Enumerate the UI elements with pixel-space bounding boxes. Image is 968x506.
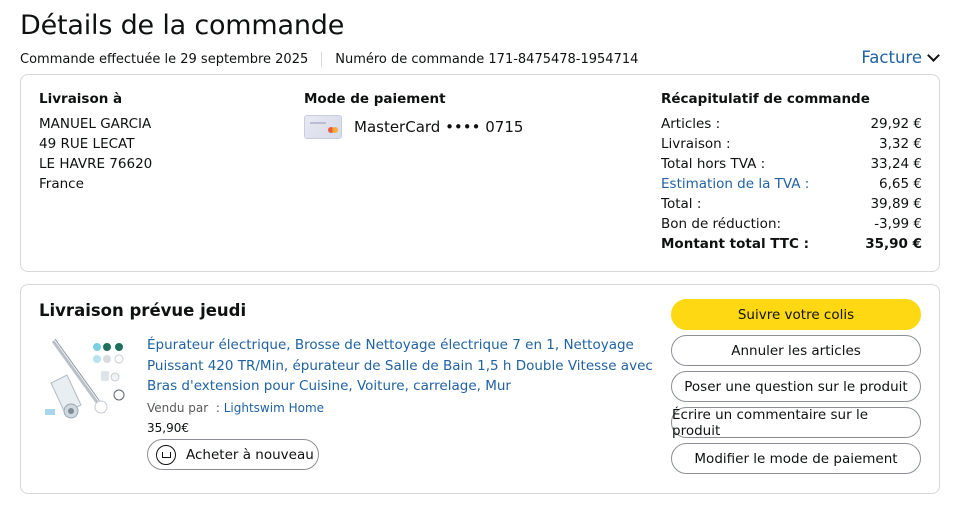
recap-label: Articles :: [661, 116, 721, 132]
cancel-items-button[interactable]: Annuler les articles: [671, 335, 921, 366]
address-country: France: [39, 176, 84, 192]
order-number: Numéro de commande 171-8475478-1954714: [335, 52, 639, 67]
recap-value: 33,24 €: [870, 156, 922, 172]
page-title: Détails de la commande: [20, 10, 345, 41]
buy-again-button[interactable]: Acheter à nouveau: [147, 439, 319, 470]
recap-label: Livraison :: [661, 136, 731, 152]
seller-prefix: Vendu par: [147, 400, 209, 415]
recap-row-grand-total: Montant total TTC : 35,90 €: [661, 234, 922, 254]
tax-estimate-link[interactable]: Estimation de la TVA :: [661, 174, 809, 194]
shipping-address-section: Livraison à MANUEL GARCIA 49 RUE LECAT L…: [39, 91, 152, 194]
product-info: Épurateur électrique, Brosse de Nettoyag…: [147, 335, 657, 435]
recap-row-shipping: Livraison : 3,32 €: [661, 134, 922, 154]
recap-value: 29,92 €: [870, 116, 922, 132]
recap-title: Récapitulatif de commande: [661, 91, 870, 107]
order-meta: Commande effectuée le 29 septembre 2025 …: [20, 52, 638, 67]
recap-row-subtotal: Total hors TVA : 33,24 €: [661, 154, 922, 174]
address-name: MANUEL GARCIA: [39, 116, 152, 132]
change-payment-method-button[interactable]: Modifier le mode de paiement: [671, 443, 921, 474]
recap-row-tax: Estimation de la TVA : 6,65 €: [661, 174, 922, 194]
order-recap-section: Récapitulatif de commande Articles : 29,…: [661, 91, 922, 254]
order-date: Commande effectuée le 29 septembre 2025: [20, 52, 309, 67]
delivery-title: Livraison prévue jeudi: [39, 301, 247, 320]
recap-row-coupon: Bon de réduction: -3,99 €: [661, 214, 922, 234]
invoice-dropdown[interactable]: Facture: [861, 48, 940, 67]
recap-value: 6,65 €: [879, 176, 922, 192]
recap-value: 3,32 €: [879, 136, 922, 152]
seller-line: Vendu par : Lightswim Home: [147, 401, 657, 415]
seller-separator: :: [215, 400, 220, 415]
recap-row-total: Total : 39,89 €: [661, 194, 922, 214]
order-actions: Suivre votre colis Annuler les articles …: [671, 299, 921, 479]
recap-value: 35,90 €: [865, 236, 922, 252]
track-package-button[interactable]: Suivre votre colis: [671, 299, 921, 330]
recap-label: Total hors TVA :: [661, 156, 766, 172]
recap-label: Total :: [661, 196, 702, 212]
payment-title: Mode de paiement: [304, 91, 446, 107]
recap-value: -3,99 €: [874, 216, 922, 232]
seller-link[interactable]: Lightswim Home: [224, 401, 324, 415]
invoice-label: Facture: [861, 48, 922, 67]
recap-label: Montant total TTC :: [661, 236, 809, 252]
buy-again-label: Acheter à nouveau: [186, 446, 314, 463]
payment-card-text: MasterCard •••• 0715: [354, 118, 524, 136]
meta-divider: [321, 52, 323, 67]
product-image[interactable]: [41, 335, 131, 425]
recap-value: 39,89 €: [870, 196, 922, 212]
ask-product-question-button[interactable]: Poser une question sur le produit: [671, 371, 921, 402]
address-city: LE HAVRE 76620: [39, 156, 153, 172]
recap-row-items: Articles : 29,92 €: [661, 114, 922, 134]
recap-label: Bon de réduction:: [661, 216, 782, 232]
delivery-card: Livraison prévue jeudi Épurateur électri…: [20, 284, 940, 494]
address-street: 49 RUE LECAT: [39, 136, 135, 152]
shipping-title: Livraison à: [39, 91, 123, 107]
order-summary-card: Livraison à MANUEL GARCIA 49 RUE LECAT L…: [20, 74, 940, 272]
chevron-down-icon: [927, 48, 940, 62]
product-price: 35,90€: [147, 420, 189, 435]
product-title-link[interactable]: Épurateur électrique, Brosse de Nettoyag…: [147, 335, 657, 397]
payment-method-section: Mode de paiement MasterCard •••• 0715: [304, 91, 523, 139]
buy-again-icon: [156, 442, 178, 465]
shipping-address: MANUEL GARCIA 49 RUE LECAT LE HAVRE 7662…: [39, 114, 152, 194]
write-review-button[interactable]: Écrire un commentaire sur le produit: [671, 407, 921, 439]
mastercard-icon: [304, 115, 342, 139]
